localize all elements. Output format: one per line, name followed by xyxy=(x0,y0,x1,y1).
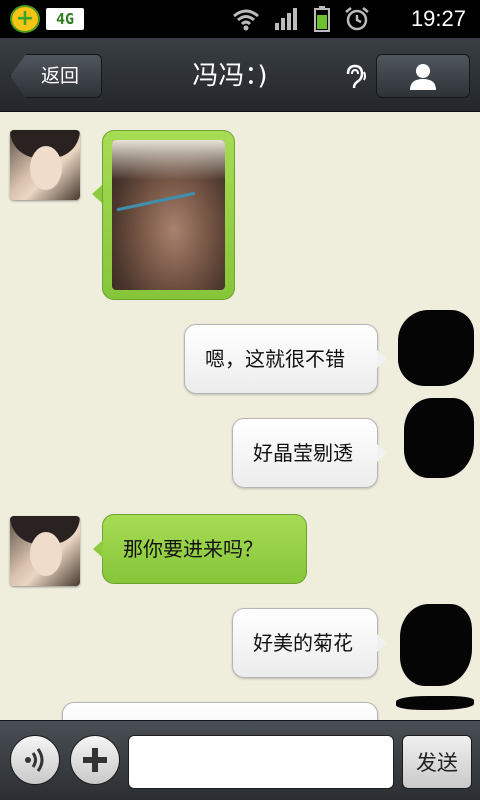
avatar[interactable] xyxy=(10,130,80,200)
chat-header: 返回 冯冯：) xyxy=(0,38,480,112)
ear-icon[interactable] xyxy=(342,64,368,90)
battery-icon xyxy=(314,6,330,32)
message-input[interactable] xyxy=(128,735,394,789)
page-title: 冯冯：) xyxy=(192,61,268,91)
voice-icon xyxy=(25,748,44,772)
plus-icon xyxy=(83,748,107,772)
redacted-avatar xyxy=(394,596,480,716)
message-text: 嗯，这就很不错 xyxy=(205,347,345,371)
person-icon xyxy=(410,64,436,90)
contact-info-button[interactable] xyxy=(376,54,470,98)
add-attachment-button[interactable] xyxy=(70,735,120,785)
wifi-icon xyxy=(233,9,259,31)
message-bubble-incoming[interactable]: 那你要进来吗？ xyxy=(93,514,307,584)
message-bubble-outgoing[interactable]: 好美的菊花 xyxy=(232,608,387,678)
back-button[interactable]: 返回 xyxy=(10,54,102,98)
input-bar: 发送 xyxy=(0,720,480,800)
message-photo[interactable] xyxy=(112,140,225,290)
status-bar: + 4G 19:27 xyxy=(0,0,480,38)
message-bubble-outgoing[interactable]: 好晶莹剔透 xyxy=(232,418,387,488)
image-message[interactable] xyxy=(92,130,235,300)
message-text: 好美的菊花 xyxy=(253,631,353,655)
alarm-icon xyxy=(345,7,369,31)
avatar[interactable] xyxy=(10,516,80,586)
redacted-avatar xyxy=(394,300,480,480)
message-text: 那你要进来吗？ xyxy=(123,537,263,561)
send-button[interactable]: 发送 xyxy=(402,735,472,789)
voice-button[interactable] xyxy=(10,735,60,785)
message-text: 好晶莹剔透 xyxy=(253,441,353,465)
clock: 19:27 xyxy=(410,6,466,31)
message-bubble-outgoing[interactable]: 嗯，这就很不错 xyxy=(184,324,387,394)
message-bubble-outgoing[interactable] xyxy=(62,702,378,720)
chat-area[interactable]: 嗯，这就很不错 好晶莹剔透 那你要进来吗？ 好美的菊花 xyxy=(0,112,480,720)
network-badge: 4G xyxy=(46,8,84,30)
signal-icon xyxy=(275,8,297,30)
status-icons xyxy=(232,6,370,32)
app-icon: + xyxy=(10,5,40,33)
